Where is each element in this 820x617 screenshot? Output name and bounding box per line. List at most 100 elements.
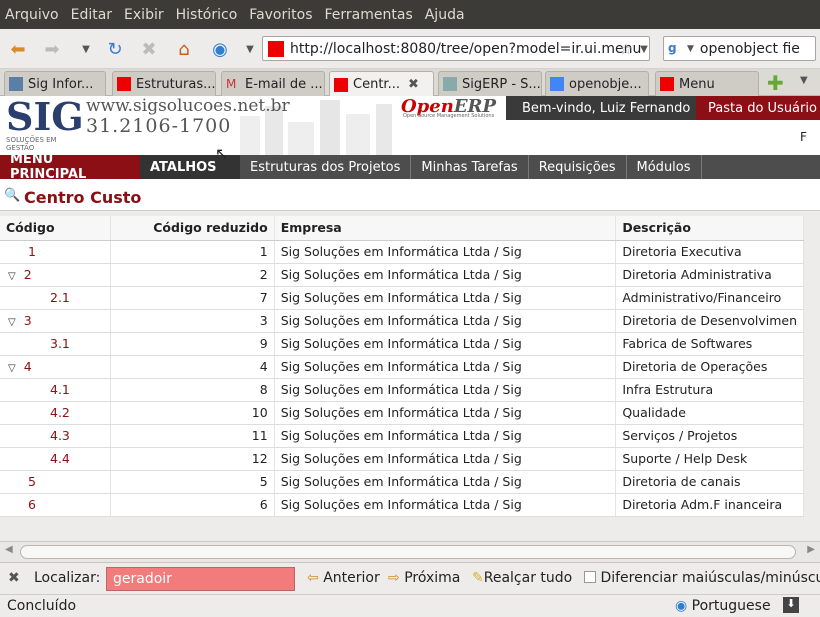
expand-arrow-icon[interactable]: ▽ <box>8 271 16 282</box>
cell-codigo[interactable]: 4.2 <box>0 401 112 425</box>
table-row[interactable]: 4.4 12 Sig Soluções em Informática Ltda / … <box>0 447 804 471</box>
header-codigo-reduzido[interactable]: Código reduzido <box>110 216 275 241</box>
site-favicon-icon <box>268 40 284 57</box>
menu-ferramentas[interactable]: Ferramentas <box>325 7 413 23</box>
table-row[interactable]: ▽ 3 3 Sig Soluções em Informática Ltda / Si… <box>0 309 804 333</box>
cell-codigo[interactable]: 1 <box>0 240 112 264</box>
url-dropdown-icon[interactable]: ▼ <box>632 37 656 61</box>
main-menu-button[interactable]: MENU PRINCIPAL <box>0 152 140 182</box>
google-icon: g <box>668 40 677 55</box>
highlight-all-button[interactable]: ✎Realçar tudo <box>472 570 572 586</box>
highlighter-icon: ✎ <box>472 570 484 586</box>
close-tab-icon[interactable]: ✖ <box>408 77 419 92</box>
menu-editar[interactable]: Editar <box>71 7 112 23</box>
horizontal-scrollbar[interactable]: ◀ ▶ <box>0 541 820 562</box>
menu-bar: Arquivo Editar Exibir Histórico Favoritos Fer… <box>0 0 820 29</box>
tab-email[interactable]: M E-mail de ... <box>221 71 325 96</box>
cell-empresa: Sig Soluções em Informática Ltda / Sig <box>274 309 617 333</box>
history-dropdown-icon[interactable]: ▼ <box>74 37 98 61</box>
find-next-button[interactable]: ⇨ Próxima <box>388 570 460 586</box>
cell-empresa: Sig Soluções em Informática Ltda / Sig <box>274 493 617 517</box>
search-engine-dropdown-icon[interactable]: ▼ <box>687 44 694 54</box>
find-previous-button[interactable]: ⇦ Anterior <box>307 570 380 586</box>
download-icon[interactable]: ⬇ <box>783 597 799 613</box>
language-selector[interactable]: ◉ Portuguese <box>675 598 771 614</box>
tab-openobject[interactable]: openobje... <box>545 71 649 96</box>
find-bar: ✖ Localizar: geradoir ⇦ Anterior ⇨ Próxi… <box>0 562 820 594</box>
table-row[interactable]: 4.3 11 Sig Soluções em Informática Ltda / … <box>0 424 804 448</box>
table-header-row: Código Código reduzido Empresa Descrição <box>0 216 804 241</box>
cell-codigo[interactable]: 5 <box>0 470 112 494</box>
cell-descricao: Infra Estrutura <box>615 378 804 402</box>
cell-codigo-reduzido: 3 <box>110 309 275 333</box>
expand-arrow-icon[interactable]: ▽ <box>8 317 16 328</box>
table-row[interactable]: ▽ 4 4 Sig Soluções em Informática Ltda / Si… <box>0 355 804 379</box>
tab-centro-custo[interactable]: Centr... ✖ <box>329 71 434 97</box>
cell-codigo[interactable]: 2.1 <box>0 286 112 310</box>
table-row[interactable]: 4.2 10 Sig Soluções em Informática Ltda / … <box>0 401 804 425</box>
close-findbar-icon[interactable]: ✖ <box>8 570 20 586</box>
table-row[interactable]: 2.1 7 Sig Soluções em Informática Ltda / S… <box>0 286 804 310</box>
search-bar[interactable]: g ▼ openobject fie <box>663 36 816 61</box>
cell-codigo[interactable]: 4.3 <box>0 424 112 448</box>
bookmark-icon[interactable]: ◉ <box>208 37 232 61</box>
cell-codigo-reduzido: 10 <box>110 401 275 425</box>
table-row[interactable]: 3.1 9 Sig Soluções em Informática Ltda / S… <box>0 332 804 356</box>
cell-empresa: Sig Soluções em Informática Ltda / Sig <box>274 286 617 310</box>
shortcut-modulos[interactable]: Módulos <box>627 155 702 179</box>
cell-codigo[interactable]: 3.1 <box>0 332 112 356</box>
tab-list-icon[interactable]: ▼ <box>800 75 808 86</box>
tab-estruturas[interactable]: Estruturas... <box>112 71 216 96</box>
header-descricao[interactable]: Descrição <box>615 216 804 241</box>
app-header: SIG SOLUÇÕES EM GESTÃO www.sigsolucoes.n… <box>0 96 820 155</box>
page-title: Centro Custo <box>24 188 142 207</box>
match-case-checkbox[interactable] <box>584 571 596 583</box>
reload-icon[interactable]: ↻ <box>103 37 127 61</box>
menu-historico[interactable]: Histórico <box>176 7 238 23</box>
sig-logo[interactable]: SIG SOLUÇÕES EM GESTÃO <box>6 98 84 154</box>
shortcut-minhas-tarefas[interactable]: Minhas Tarefas <box>411 155 529 179</box>
match-case-option[interactable]: Diferenciar maiúsculas/minúsculas <box>584 570 820 586</box>
shortcut-requisicoes[interactable]: Requisições <box>529 155 627 179</box>
navigation-toolbar: ⬅ ➡ ▼ ↻ ✖ ⌂ ◉ ▼ http://localhost:8080/tr… <box>0 29 820 69</box>
back-icon[interactable]: ⬅ <box>6 37 30 61</box>
tab-sigerp[interactable]: SigERP - S... <box>438 71 542 96</box>
cell-codigo[interactable]: ▽ 4 <box>0 355 112 379</box>
bookmark-dropdown-icon[interactable]: ▼ <box>238 37 262 61</box>
table-row[interactable]: 4.1 8 Sig Soluções em Informática Ltda / S… <box>0 378 804 402</box>
stop-icon[interactable]: ✖ <box>137 37 161 61</box>
scrollbar-thumb[interactable] <box>20 545 796 559</box>
menu-favoritos[interactable]: Favoritos <box>249 7 312 23</box>
scroll-left-icon[interactable]: ◀ <box>5 544 13 555</box>
cell-empresa: Sig Soluções em Informática Ltda / Sig <box>274 470 617 494</box>
user-folder-link[interactable]: Pasta do Usuário <box>696 96 820 120</box>
tab-sig-informatica[interactable]: Sig Infor... <box>4 71 106 96</box>
shortcut-estruturas[interactable]: Estruturas dos Projetos <box>240 155 412 179</box>
table-row[interactable]: 6 6 Sig Soluções em Informática Ltda / Sig… <box>0 493 804 517</box>
home-icon[interactable]: ⌂ <box>172 37 196 61</box>
cell-codigo-reduzido: 7 <box>110 286 275 310</box>
header-codigo[interactable]: Código <box>0 216 112 241</box>
menu-exibir[interactable]: Exibir <box>124 7 164 23</box>
cell-codigo[interactable]: 4.4 <box>0 447 112 471</box>
tab-menu[interactable]: Menu <box>655 71 759 96</box>
cell-codigo[interactable]: 4.1 <box>0 378 112 402</box>
cell-codigo[interactable]: ▽ 3 <box>0 309 112 333</box>
new-tab-icon[interactable]: ✚ <box>767 71 784 95</box>
menu-arquivo[interactable]: Arquivo <box>5 7 59 23</box>
cell-empresa: Sig Soluções em Informática Ltda / Sig <box>274 401 617 425</box>
table-row[interactable]: ▽ 2 2 Sig Soluções em Informática Ltda / Si… <box>0 263 804 287</box>
table-row[interactable]: 5 5 Sig Soluções em Informática Ltda / Sig… <box>0 470 804 494</box>
url-bar[interactable]: http://localhost:8080/tree/open?model=ir… <box>262 36 650 61</box>
arrow-right-icon: ⇨ <box>388 570 400 586</box>
cell-codigo[interactable]: ▽ 2 <box>0 263 112 287</box>
forward-icon[interactable]: ➡ <box>40 37 64 61</box>
menu-ajuda[interactable]: Ajuda <box>425 7 465 23</box>
mouse-cursor-icon: ↖ <box>215 144 229 163</box>
scroll-right-icon[interactable]: ▶ <box>807 544 815 555</box>
cell-codigo[interactable]: 6 <box>0 493 112 517</box>
header-empresa[interactable]: Empresa <box>274 216 617 241</box>
find-input[interactable]: geradoir <box>106 567 295 591</box>
table-row[interactable]: 1 1 Sig Soluções em Informática Ltda / Sig… <box>0 240 804 264</box>
expand-arrow-icon[interactable]: ▽ <box>8 363 16 374</box>
